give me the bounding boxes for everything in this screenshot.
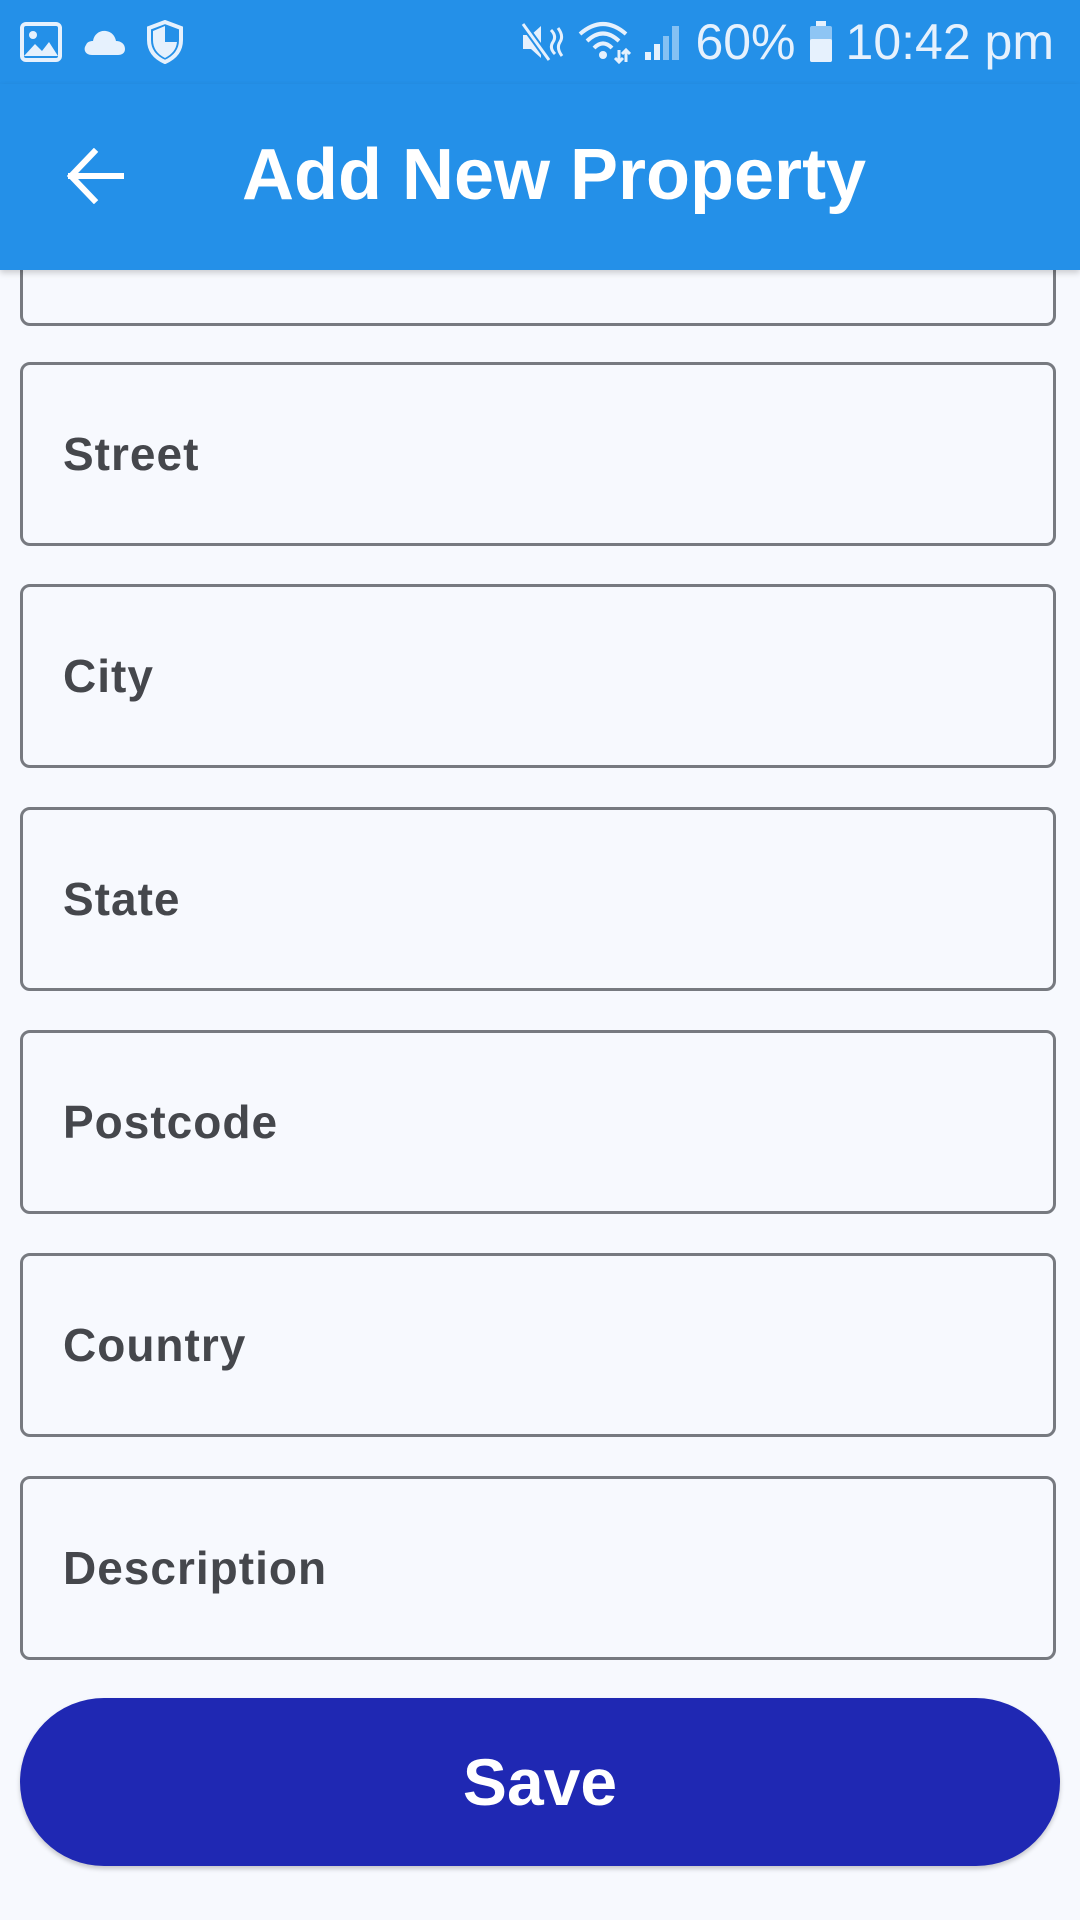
country-input[interactable] [23,1256,1053,1434]
state-input[interactable] [23,810,1053,988]
status-bar-notifications [20,18,184,66]
back-button[interactable] [50,136,140,216]
status-bar-system: 60% 10:42 pm [519,10,1054,74]
city-field [20,584,1056,768]
signal-icon [643,22,683,62]
description-field [20,1476,1056,1660]
battery-icon [808,20,834,64]
save-button[interactable]: Save [20,1698,1060,1866]
street-input[interactable] [23,365,1053,543]
back-arrow-icon [65,148,125,204]
state-field [20,807,1056,991]
country-field [20,1253,1056,1437]
mute-icon [519,20,565,64]
postcode-field [20,1030,1056,1214]
city-input[interactable] [23,587,1053,765]
wifi-icon [577,20,632,64]
screen: 60% 10:42 pm Add New Property Street Cit… [0,0,1080,1920]
app-bar: Add New Property [0,84,1080,270]
property-form: Save [0,210,1080,1920]
battery-percent: 60% [695,14,796,70]
shield-icon [146,20,184,64]
status-bar: 60% 10:42 pm [0,0,1080,84]
image-icon [20,22,62,62]
postcode-input[interactable] [23,1033,1053,1211]
description-input[interactable] [23,1479,1053,1657]
street-field [20,362,1056,546]
page-title: Add New Property [242,135,867,215]
status-time: 10:42 pm [845,14,1054,70]
cloud-icon [82,27,126,57]
